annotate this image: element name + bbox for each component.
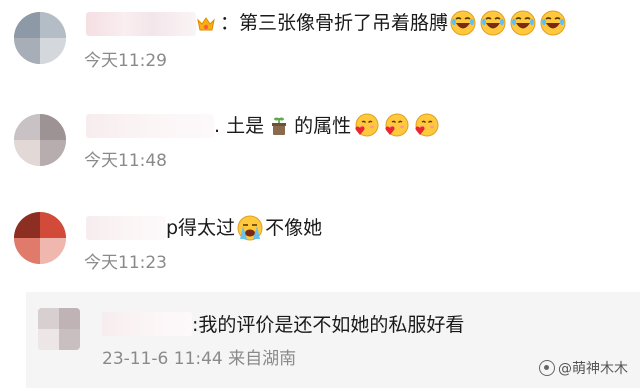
comment-text: p得太过 不像她: [166, 215, 323, 241]
watermark-text: @萌神木木: [558, 361, 628, 377]
comment-item: p得太过 不像她 今天11:23: [0, 0, 640, 280]
comment-timestamp: 今天11:23: [84, 253, 167, 273]
avatar[interactable]: [14, 212, 66, 264]
watermark: @萌神木木: [539, 358, 628, 378]
username-blurred[interactable]: [86, 216, 166, 240]
avatar[interactable]: [38, 308, 80, 350]
reply-text: :我的评价是还不如她的私服好看: [192, 314, 465, 336]
username-blurred[interactable]: [102, 312, 192, 336]
crying-face-emoji-icon: [237, 215, 263, 241]
weibo-logo-icon: [539, 360, 555, 376]
reply-timestamp: 23-11-6 11:44 来自湖南: [102, 349, 297, 369]
